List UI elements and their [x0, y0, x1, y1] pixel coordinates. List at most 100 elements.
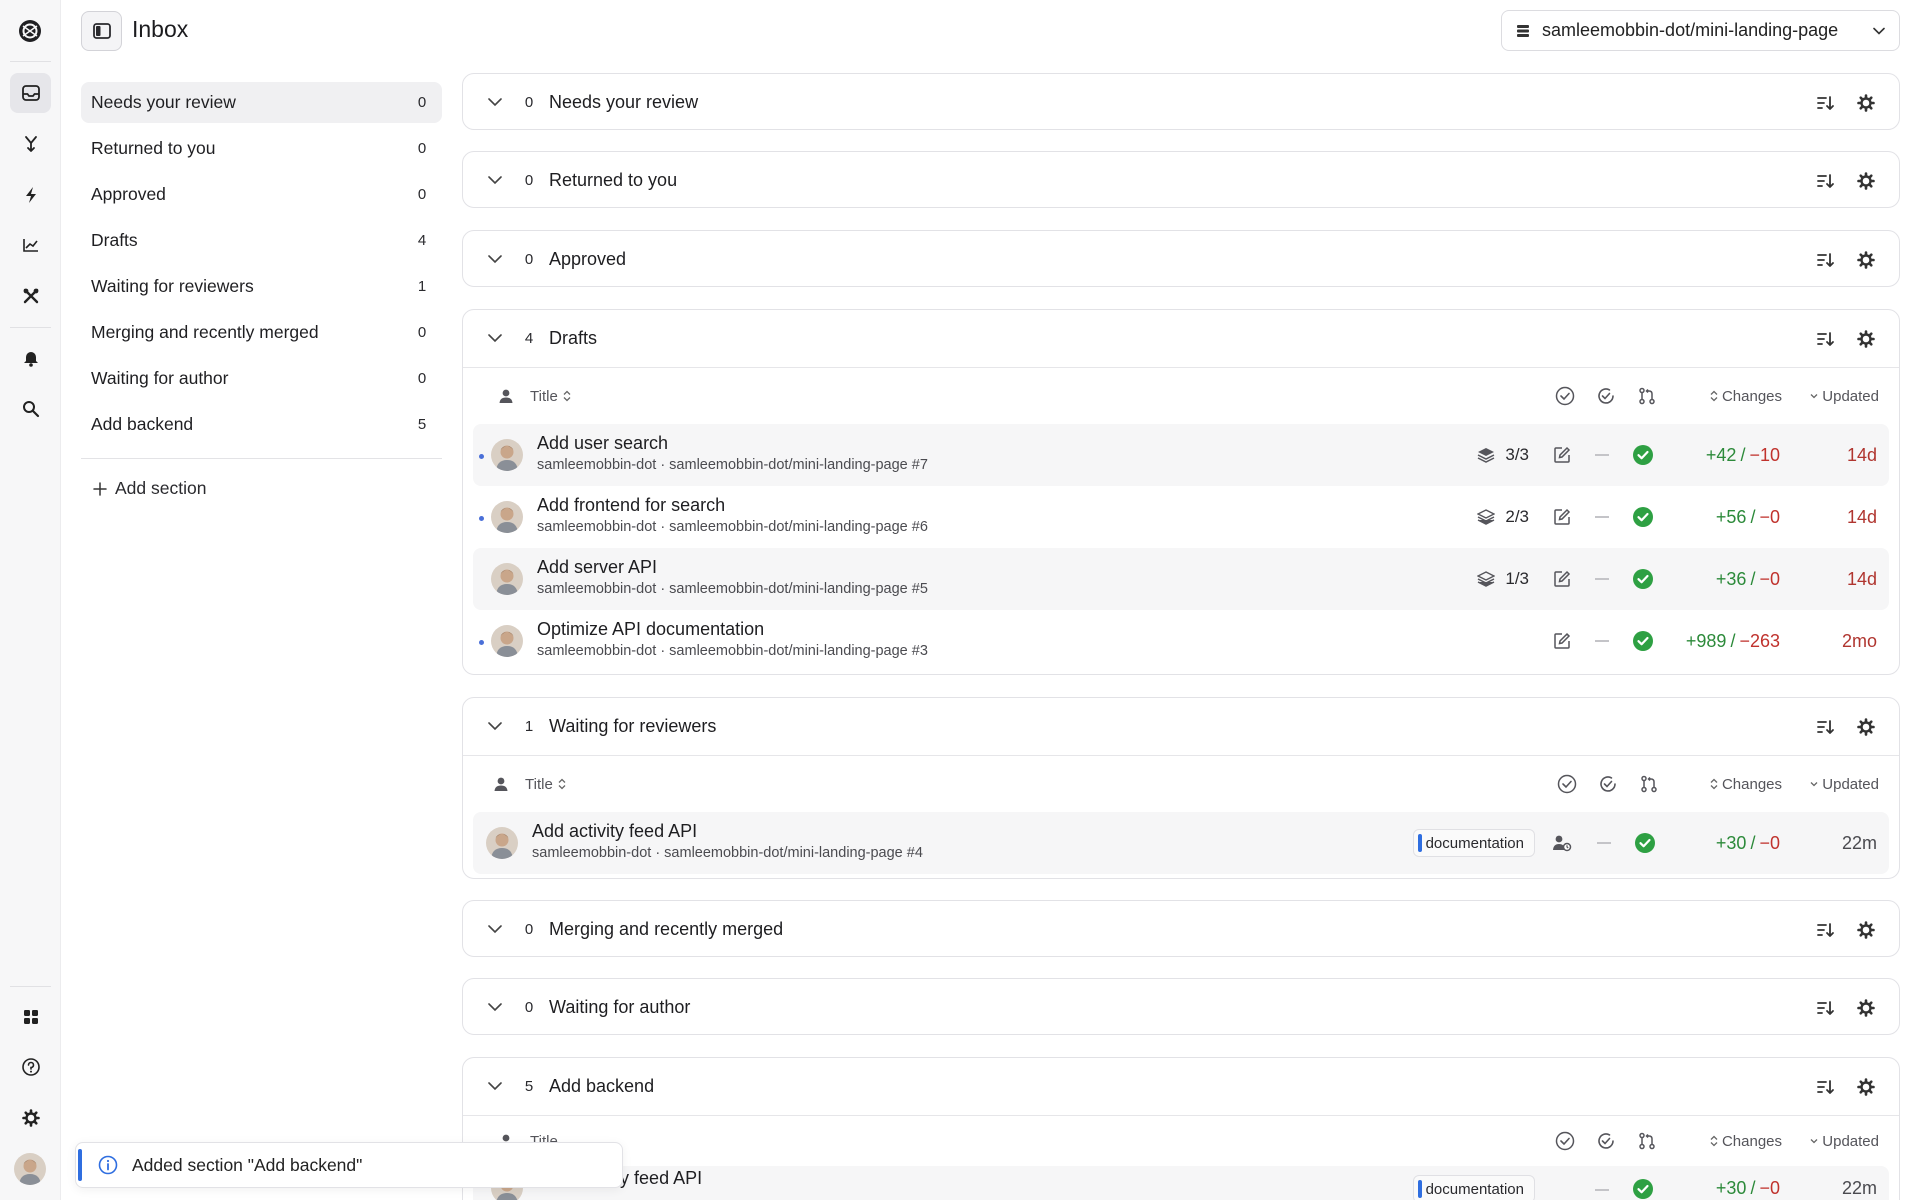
section-title: Add backend — [549, 1076, 655, 1096]
nav-item-add-backend[interactable]: Add backend 5 — [81, 404, 442, 445]
nav-item-approved[interactable]: Approved 0 — [81, 174, 442, 215]
plus-icon — [93, 481, 107, 496]
nav-item-drafts[interactable]: Drafts 4 — [81, 220, 442, 261]
pr-title[interactable]: Add activity feed API — [532, 821, 923, 842]
gear-icon[interactable] — [1853, 168, 1879, 194]
table-row[interactable]: Add activity feed API samleemobbin-dot · … — [473, 812, 1889, 874]
changes-column-header[interactable]: Changes — [1710, 388, 1782, 405]
pr-title[interactable]: Add frontend for search — [537, 495, 928, 516]
rail-activity-button[interactable] — [10, 175, 51, 215]
table-row[interactable]: Add activity feed API documentation +30/… — [473, 1166, 1889, 1200]
pr-subtitle: samleemobbin-dot · samleemobbin-dot/mini… — [537, 457, 928, 473]
additions: +989 — [1685, 630, 1727, 651]
nav-item-merging[interactable]: Merging and recently merged 0 — [81, 312, 442, 353]
review-status-icon — [1554, 385, 1576, 407]
unread-dot — [479, 454, 484, 459]
nav-item-waiting-author[interactable]: Waiting for author 0 — [81, 358, 442, 399]
sort-icon[interactable] — [1813, 714, 1839, 740]
rail-tools-button[interactable] — [10, 276, 51, 316]
changes-column-header[interactable]: Changes — [1710, 776, 1782, 793]
nav-item-returned[interactable]: Returned to you 0 — [81, 128, 442, 169]
rail-inbox-button[interactable] — [10, 73, 51, 113]
updated-time: 22m — [1841, 832, 1877, 853]
sort-icon[interactable] — [1813, 247, 1839, 273]
section-count: 5 — [524, 1078, 534, 1095]
sort-icon[interactable] — [1813, 917, 1839, 943]
nav-item-count: 0 — [417, 140, 427, 157]
column-changes-label: Changes — [1721, 1132, 1782, 1150]
status-columns — [1556, 773, 1679, 795]
updated-column-header[interactable]: Updated — [1810, 1133, 1879, 1150]
gear-icon[interactable] — [1853, 90, 1879, 116]
label-tag[interactable]: documentation — [1412, 1175, 1535, 1200]
rail-help-button[interactable] — [10, 1047, 51, 1087]
no-checks-indicator — [1595, 640, 1609, 642]
pr-subtitle: samleemobbin-dot · samleemobbin-dot/mini… — [537, 519, 928, 535]
author-column-icon — [493, 776, 509, 792]
updated-column-header[interactable]: Updated — [1810, 776, 1879, 793]
pr-title[interactable]: Add server API — [537, 557, 928, 578]
nav-item-label: Waiting for author — [91, 368, 229, 388]
chevron-down-icon[interactable] — [485, 171, 505, 191]
sort-icon[interactable] — [1813, 326, 1839, 352]
section-waiting-reviewers: 1 Waiting for reviewers Title Changes Up… — [462, 697, 1900, 879]
additions: +42 — [1705, 444, 1737, 465]
deletions: −263 — [1739, 630, 1780, 651]
title-column-header[interactable]: Title — [525, 776, 566, 793]
user-avatar[interactable] — [14, 1153, 46, 1185]
add-section-button[interactable]: Add section — [93, 478, 206, 499]
rail-divider — [10, 986, 51, 987]
gear-icon[interactable] — [1853, 995, 1879, 1021]
pr-title[interactable]: Optimize API documentation — [537, 619, 928, 640]
changes-column-header[interactable]: Changes — [1710, 1133, 1782, 1150]
chevron-down-icon[interactable] — [485, 998, 505, 1018]
chevron-down-icon[interactable] — [485, 250, 505, 270]
rail-settings-button[interactable] — [10, 1098, 51, 1138]
rail-search-button[interactable] — [10, 389, 51, 429]
sort-icon[interactable] — [1813, 1074, 1839, 1100]
checks-passed-icon — [1634, 832, 1656, 854]
gear-icon[interactable] — [1853, 917, 1879, 943]
rail-insights-button[interactable] — [10, 225, 51, 265]
label-tag[interactable]: documentation — [1412, 829, 1535, 857]
table-row[interactable]: Add frontend for search samleemobbin-dot … — [473, 486, 1889, 548]
sort-toggle-icon — [558, 778, 566, 790]
table-row[interactable]: Add server API samleemobbin-dot · samleem… — [473, 548, 1889, 610]
chevron-down-icon[interactable] — [485, 717, 505, 737]
nav-divider — [81, 458, 442, 459]
sort-desc-icon — [1810, 392, 1818, 400]
chevron-down-icon[interactable] — [485, 920, 505, 940]
checks-passed-icon — [1632, 630, 1654, 652]
gear-icon[interactable] — [1853, 714, 1879, 740]
gear-icon[interactable] — [1853, 247, 1879, 273]
diff-stats: +56/−0 — [1715, 506, 1780, 527]
sidebar-icon — [92, 23, 111, 39]
sidebar-toggle-button[interactable] — [81, 11, 122, 51]
author-avatar — [491, 563, 523, 595]
section-title: Needs your review — [549, 92, 699, 112]
chevron-down-icon[interactable] — [485, 93, 505, 113]
sort-icon[interactable] — [1813, 90, 1839, 116]
rail-apps-button[interactable] — [10, 997, 51, 1037]
checks-passed-icon — [1632, 568, 1654, 590]
title-column-header[interactable]: Title — [530, 388, 571, 405]
table-row[interactable]: Add user search samleemobbin-dot · samlee… — [473, 424, 1889, 486]
stack-icon — [1477, 447, 1495, 463]
sort-icon[interactable] — [1813, 995, 1839, 1021]
nav-item-waiting-reviewers[interactable]: Waiting for reviewers 1 — [81, 266, 442, 307]
pr-subtitle: samleemobbin-dot · samleemobbin-dot/mini… — [537, 643, 928, 659]
sort-icon[interactable] — [1813, 168, 1839, 194]
nav-item-needs-review[interactable]: Needs your review 0 — [81, 82, 442, 123]
updated-column-header[interactable]: Updated — [1810, 388, 1879, 405]
table-row[interactable]: Optimize API documentation samleemobbin-d… — [473, 610, 1889, 672]
logo-icon[interactable] — [14, 15, 46, 47]
stack-position: 1/3 — [1477, 569, 1529, 589]
rail-merge-button[interactable] — [10, 124, 51, 164]
pr-title[interactable]: Add user search — [537, 433, 928, 454]
rail-notifications-button[interactable] — [10, 338, 51, 378]
chevron-down-icon[interactable] — [485, 1077, 505, 1097]
chevron-down-icon[interactable] — [485, 329, 505, 349]
gear-icon[interactable] — [1853, 326, 1879, 352]
gear-icon[interactable] — [1853, 1074, 1879, 1100]
repo-selector[interactable]: samleemobbin-dot/mini-landing-page — [1501, 10, 1900, 51]
